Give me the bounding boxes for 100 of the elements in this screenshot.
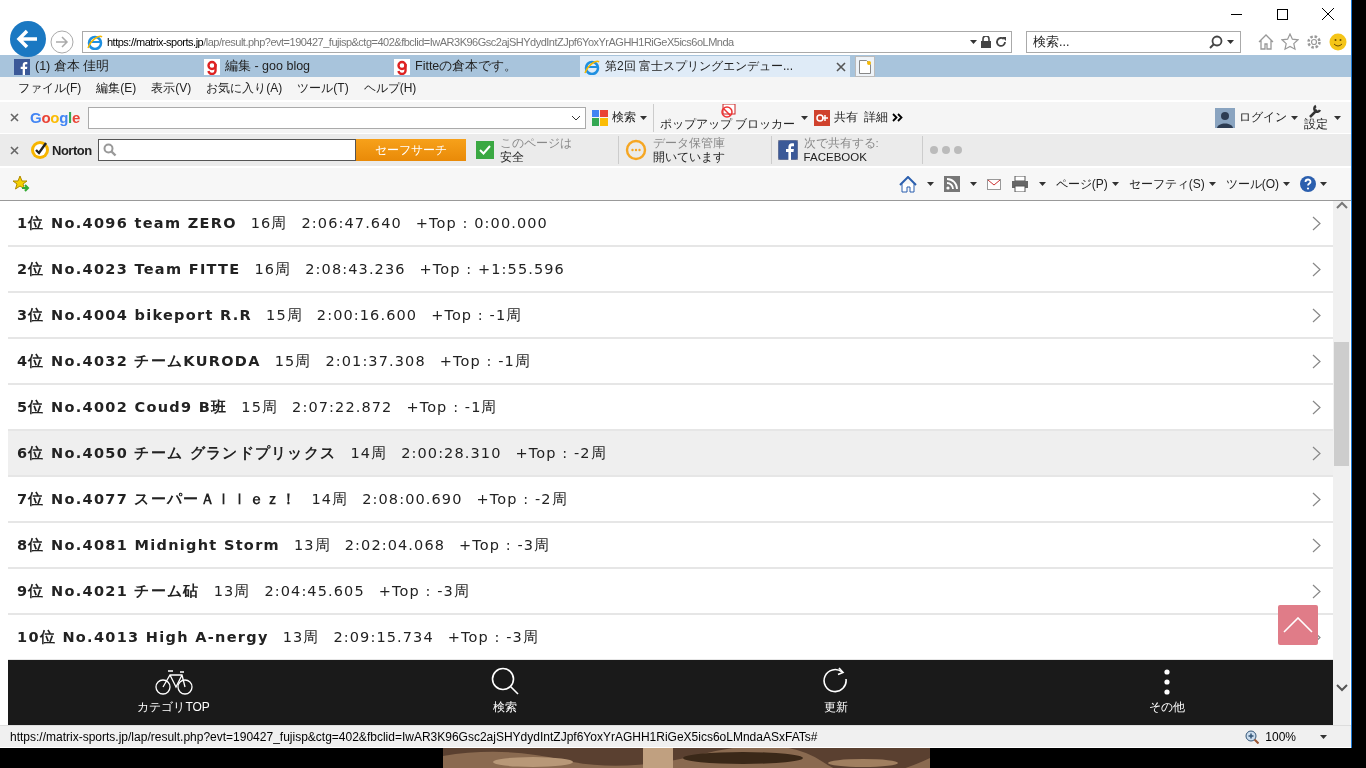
scroll-down-icon[interactable] (1335, 684, 1348, 692)
status-url: https://matrix-sports.jp/lap/result.php?evt=190427_fujisp&ctg=402&fbclid=IwAR3K96Gsc2ajSHYdydIntZJpf6YoxYrAGHH1RiGeX5ics6oLMndaASxFATs# (10, 729, 819, 744)
zoom-level[interactable]: 100% (1265, 729, 1296, 744)
time-gap: +Top : -2周 (515, 443, 607, 463)
details-button[interactable]: 詳細 (864, 109, 904, 126)
close-icon[interactable] (836, 61, 846, 72)
browser-tab[interactable]: Fitteの倉本です。 (390, 56, 575, 77)
time-gap: +Top : -1周 (439, 351, 531, 371)
lap-count: 13周 (213, 581, 251, 601)
lap-count: 14周 (350, 443, 388, 463)
settings-icon[interactable] (1305, 32, 1323, 51)
caret-icon[interactable] (970, 39, 977, 44)
caret-icon[interactable] (969, 182, 977, 186)
browser-tab[interactable]: (1) 倉本 佳明 (10, 56, 195, 77)
search-icon (102, 143, 117, 157)
menu-item[interactable]: 表示(V) (151, 80, 192, 97)
facebook-icon[interactable] (777, 140, 798, 160)
scrollbar-thumb[interactable] (1334, 342, 1349, 466)
ie-icon (584, 58, 600, 75)
menu-item[interactable]: ツール(T) (297, 80, 349, 97)
command-menu[interactable]: ツール(O) (1225, 175, 1290, 193)
caret-icon (1283, 182, 1290, 186)
chevron-icon (1312, 491, 1321, 507)
browser-tab[interactable]: 第2回 富士スプリングエンデュー... (580, 56, 850, 77)
lap-count: 16周 (250, 213, 288, 233)
time-gap: +Top : -1周 (406, 397, 498, 417)
lap-count: 15周 (274, 351, 312, 371)
caret-icon[interactable] (1227, 39, 1234, 44)
team-name: 9位 No.4021 チーム砧 (17, 581, 200, 601)
menu-item[interactable]: ヘルプ(H) (363, 80, 417, 97)
menu-item[interactable]: お気に入り(A) (206, 80, 283, 97)
caret-icon[interactable] (1038, 182, 1046, 186)
share-button[interactable]: 共有 (814, 109, 859, 126)
caret-icon[interactable] (926, 182, 934, 186)
refresh-icon[interactable] (995, 35, 1007, 48)
race-time: 2:07:22.872 (292, 399, 393, 415)
minimize-icon[interactable] (1230, 13, 1242, 15)
command-menu[interactable]: セーフティ(S) (1128, 175, 1216, 193)
search-icon[interactable] (1209, 34, 1223, 49)
lap-count: 15周 (266, 305, 303, 325)
maximize-icon[interactable] (1276, 8, 1288, 20)
caret-icon (639, 115, 647, 120)
command-menu[interactable]: ページ(P) (1055, 175, 1119, 193)
print-icon[interactable] (1010, 176, 1029, 192)
scrollbar[interactable] (1333, 201, 1350, 725)
race-time: 2:00:16.600 (316, 307, 418, 323)
nav-item[interactable]: カテゴリTOP (8, 660, 340, 725)
popup-blocker-button[interactable]: ポップアップ ブロッカー (659, 104, 796, 131)
google-logo: Google (30, 109, 80, 126)
nav-item[interactable]: 更新 (670, 660, 1002, 725)
time-gap: +Top : -3周 (378, 581, 470, 601)
norton-logo: Norton (30, 140, 92, 160)
help-button[interactable] (1300, 176, 1327, 192)
browser-tab[interactable]: 編集 - goo blog (200, 56, 385, 77)
close-icon[interactable] (1322, 8, 1334, 20)
back-button[interactable] (10, 20, 46, 57)
home-icon[interactable] (1257, 32, 1275, 51)
nav-item[interactable]: 検索 (339, 660, 671, 725)
result-row[interactable]: 6位 No.4050 チーム グランドプリックス 14周 2:00:28.310 +Top : -2周 (8, 431, 1333, 477)
double-chevron-icon (892, 113, 904, 122)
page-safety-caption: このページは (499, 136, 573, 150)
norton-search-field[interactable] (97, 139, 356, 161)
login-button[interactable]: ログイン (1215, 107, 1298, 128)
team-name: 5位 No.4002 Coud9 B班 (17, 397, 228, 417)
vault-label[interactable]: 開いています (652, 150, 765, 164)
menu-item[interactable]: ファイル(F) (18, 80, 82, 97)
caret-icon[interactable] (801, 115, 809, 120)
smiley-icon[interactable] (1329, 32, 1347, 51)
lap-count: 15周 (241, 397, 279, 417)
facebook-icon (14, 58, 30, 75)
facebook-share-label[interactable]: FACEBOOK (803, 150, 916, 164)
caret-icon[interactable] (1334, 115, 1341, 120)
zoom-icon[interactable] (1245, 729, 1260, 744)
scroll-up-icon[interactable] (1335, 201, 1348, 209)
mail-icon[interactable] (986, 178, 1001, 190)
settings-button[interactable]: 設定 (1304, 104, 1328, 131)
address-field[interactable]: https://matrix-sports.jp/lap/result.php?evt=190427_fujisp&ctg=402&fbclid=IwAR3K96Gsc2ajSHYdydIntZJpf6YoxYrAGHH1RiGeX5ics6oLMnda (82, 30, 1012, 53)
time-gap: +Top : -3周 (459, 535, 551, 555)
search-button[interactable]: 検索 (591, 109, 647, 126)
feed-icon[interactable] (943, 176, 960, 192)
team-name: 10位 No.4013 High A-nergy (17, 627, 269, 647)
race-time: 2:08:00.690 (362, 491, 463, 507)
chevron-icon (1312, 445, 1321, 461)
caret-icon[interactable] (1320, 734, 1327, 739)
search-field[interactable]: 検索... (1026, 30, 1241, 53)
wrench-icon (1308, 104, 1324, 118)
google-search-field[interactable] (87, 106, 586, 129)
time-gap: +Top : 0:00.000 (415, 215, 548, 231)
lap-count: 13周 (282, 627, 320, 647)
menu-item[interactable]: 編集(E) (96, 80, 137, 97)
google-icon (591, 109, 608, 126)
time-gap: +Top : -3周 (447, 627, 539, 647)
star-icon[interactable] (1281, 32, 1299, 51)
help-icon (1300, 176, 1316, 192)
avatar-icon (1215, 107, 1235, 128)
chevron-icon[interactable] (570, 114, 581, 121)
home-icon[interactable] (898, 175, 917, 193)
favorites-icon[interactable] (12, 175, 30, 193)
team-name: 1位 No.4096 team ZERO (17, 213, 237, 233)
nav-item[interactable]: その他 (1001, 660, 1333, 725)
